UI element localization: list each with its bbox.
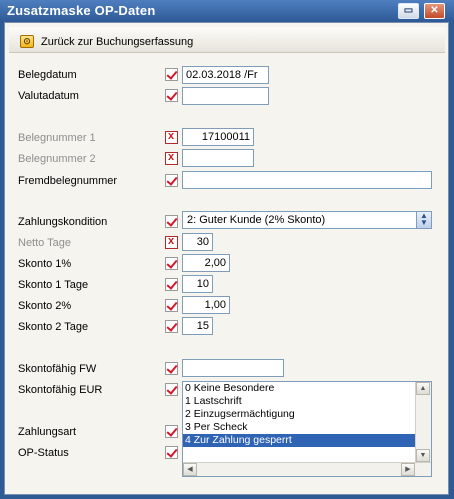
skonto1-pct-input[interactable]: 2,00 — [182, 254, 230, 272]
belegnummer1-label: Belegnummer 1 — [18, 132, 96, 144]
skontofaehig-fw-input[interactable] — [182, 359, 284, 377]
fremdbelegnummer-label: Fremdbelegnummer — [18, 175, 118, 187]
skonto1-pct-label: Skonto 1% — [18, 258, 72, 270]
op-status-listbox[interactable]: 0 Keine Besondere 1 Lastschrift 2 Einzugse… — [182, 381, 432, 477]
op-status-label: OP-Status — [18, 447, 69, 459]
valutadatum-input[interactable] — [182, 87, 269, 105]
belegnummer2-label: Belegnummer 2 — [18, 153, 96, 165]
fremdbelegnummer-checkbox[interactable] — [165, 174, 178, 187]
chevron-updown-icon[interactable]: ▲ ▼ — [416, 212, 431, 228]
close-button[interactable]: ✕ — [424, 3, 445, 19]
dialog-window: Zusatzmaske OP-Daten ▭ ✕ ⊙ Zurück zur Bu… — [0, 0, 454, 499]
zahlungskondition-select[interactable]: 2: Guter Kunde (2% Skonto) ▲ ▼ — [182, 211, 432, 229]
zahlungskondition-value: 2: Guter Kunde (2% Skonto) — [187, 214, 326, 226]
netto-tage-checkbox[interactable] — [165, 235, 178, 249]
fremdbelegnummer-input[interactable] — [182, 171, 432, 189]
title-bar[interactable]: Zusatzmaske OP-Daten ▭ ✕ — [0, 0, 454, 22]
belegdatum-label: Belegdatum — [18, 69, 77, 81]
skonto2-pct-input[interactable]: 1,00 — [182, 296, 230, 314]
netto-tage-input[interactable]: 30 — [182, 233, 213, 251]
vertical-scrollbar[interactable]: ▲ ▼ — [415, 382, 431, 462]
belegnummer1-checkbox[interactable] — [165, 130, 178, 144]
op-status-checkbox[interactable] — [165, 446, 178, 459]
valutadatum-checkbox[interactable] — [165, 89, 178, 102]
skonto2-tage-label: Skonto 2 Tage — [18, 321, 89, 333]
back-icon: ⊙ — [20, 35, 34, 48]
skonto2-pct-label: Skonto 2% — [18, 300, 72, 312]
skontofaehig-fw-label: Skontofähig FW — [18, 363, 97, 375]
valutadatum-label: Valutadatum — [18, 90, 79, 102]
scroll-left-icon[interactable]: ◀ — [183, 463, 197, 476]
skontofaehig-fw-checkbox[interactable] — [165, 362, 178, 375]
skonto2-pct-checkbox[interactable] — [165, 299, 178, 312]
skonto1-tage-checkbox[interactable] — [165, 278, 178, 291]
scroll-down-icon[interactable]: ▼ — [416, 449, 430, 462]
op-status-option[interactable]: 3 Per Scheck — [183, 421, 415, 434]
skonto1-pct-checkbox[interactable] — [165, 257, 178, 270]
window-title: Zusatzmaske OP-Daten — [7, 3, 156, 18]
op-status-option[interactable]: 2 Einzugsermächtigung — [183, 408, 415, 421]
skonto2-tage-input[interactable]: 15 — [182, 317, 213, 335]
restore-button[interactable]: ▭ — [398, 3, 419, 19]
skontofaehig-eur-checkbox[interactable] — [165, 383, 178, 396]
belegdatum-checkbox[interactable] — [165, 68, 178, 81]
belegnummer2-checkbox[interactable] — [165, 151, 178, 165]
netto-tage-label: Netto Tage — [18, 237, 72, 249]
op-status-option[interactable]: 4 Zur Zahlung gesperrt — [183, 434, 415, 447]
skonto1-tage-input[interactable]: 10 — [182, 275, 213, 293]
scroll-right-icon[interactable]: ▶ — [401, 463, 415, 476]
belegdatum-input[interactable]: 02.03.2018 /Fr — [182, 66, 269, 84]
skonto2-tage-checkbox[interactable] — [165, 320, 178, 333]
horizontal-scrollbar[interactable]: ◀ ▶ — [183, 462, 431, 476]
skontofaehig-eur-label: Skontofähig EUR — [18, 384, 103, 396]
belegnummer2-input[interactable] — [182, 149, 254, 167]
op-status-option[interactable]: 0 Keine Besondere — [183, 382, 415, 395]
zahlungsart-label: Zahlungsart — [18, 426, 77, 438]
zahlungskondition-label: Zahlungskondition — [18, 216, 108, 228]
belegnummer1-input[interactable]: 17100011 — [182, 128, 254, 146]
op-status-option[interactable]: 1 Lastschrift — [183, 395, 415, 408]
form-panel: ⊙ Zurück zur Buchungserfassung Belegdatu… — [4, 22, 449, 495]
back-to-booking-button[interactable]: ⊙ Zurück zur Buchungserfassung — [9, 27, 445, 53]
back-label: Zurück zur Buchungserfassung — [41, 36, 194, 48]
zahlungsart-checkbox[interactable] — [165, 425, 178, 438]
op-status-options: 0 Keine Besondere 1 Lastschrift 2 Einzugse… — [183, 382, 415, 462]
scroll-up-icon[interactable]: ▲ — [416, 382, 430, 395]
zahlungskondition-checkbox[interactable] — [165, 215, 178, 228]
skonto1-tage-label: Skonto 1 Tage — [18, 279, 89, 291]
